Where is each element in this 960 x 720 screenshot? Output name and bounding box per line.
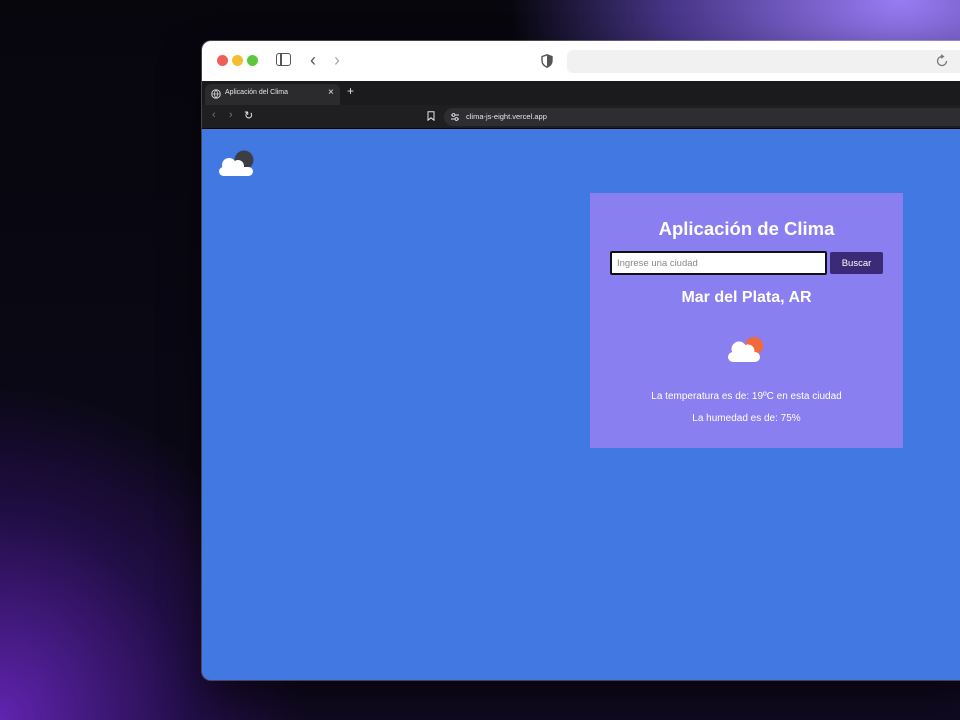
weather-card: Aplicación de Clima Buscar Mar del Plata…: [590, 193, 903, 448]
temperature-text: La temperatura es de: 19ºC en esta ciuda…: [651, 391, 842, 402]
safari-address-bar[interactable]: [567, 50, 960, 73]
back-arrow-icon[interactable]: ‹: [212, 109, 216, 121]
reload-icon[interactable]: [934, 53, 950, 69]
page-viewport: Aplicación de Clima Buscar Mar del Plata…: [202, 129, 960, 680]
tab-active[interactable]: Aplicación del Clima ×: [205, 84, 340, 105]
chevron-right-icon[interactable]: ›: [334, 51, 340, 69]
cloud-moon-icon: [219, 150, 254, 176]
minimize-window-button[interactable]: [232, 55, 243, 66]
maximize-window-button[interactable]: [247, 55, 258, 66]
shield-icon[interactable]: [541, 54, 553, 68]
chevron-left-icon[interactable]: ‹: [310, 51, 316, 69]
new-tab-button[interactable]: +: [347, 84, 354, 98]
site-settings-icon[interactable]: [450, 112, 460, 122]
tab-title: Aplicación del Clima: [225, 89, 289, 96]
url-bar[interactable]: clima-js-eight.vercel.app: [444, 108, 960, 126]
city-search-input[interactable]: [610, 251, 827, 275]
search-button[interactable]: Buscar: [830, 252, 883, 274]
cloud-sun-icon: [728, 337, 763, 362]
close-tab-icon[interactable]: ×: [328, 87, 334, 98]
humidity-text: La humedad es de: 75%: [692, 413, 801, 424]
tab-strip: Aplicación del Clima × +: [202, 81, 960, 105]
chrome-toolbar: ‹ › ↻ clima-js-eight.vercel.app: [202, 105, 960, 129]
globe-icon: [211, 89, 221, 99]
sidebar-toggle-icon[interactable]: [276, 53, 291, 66]
refresh-icon[interactable]: ↻: [244, 109, 253, 122]
app-title: Aplicación de Clima: [658, 218, 835, 239]
browser-window: ‹ › Aplicación del Clima × + ‹ › ↻ clima…: [202, 41, 960, 680]
city-name: Mar del Plata, AR: [681, 289, 812, 306]
bookmark-icon[interactable]: [427, 111, 435, 121]
forward-arrow-icon[interactable]: ›: [229, 109, 233, 121]
mac-toolbar: ‹ ›: [202, 41, 960, 81]
close-window-button[interactable]: [217, 55, 228, 66]
url-text: clima-js-eight.vercel.app: [466, 112, 547, 121]
